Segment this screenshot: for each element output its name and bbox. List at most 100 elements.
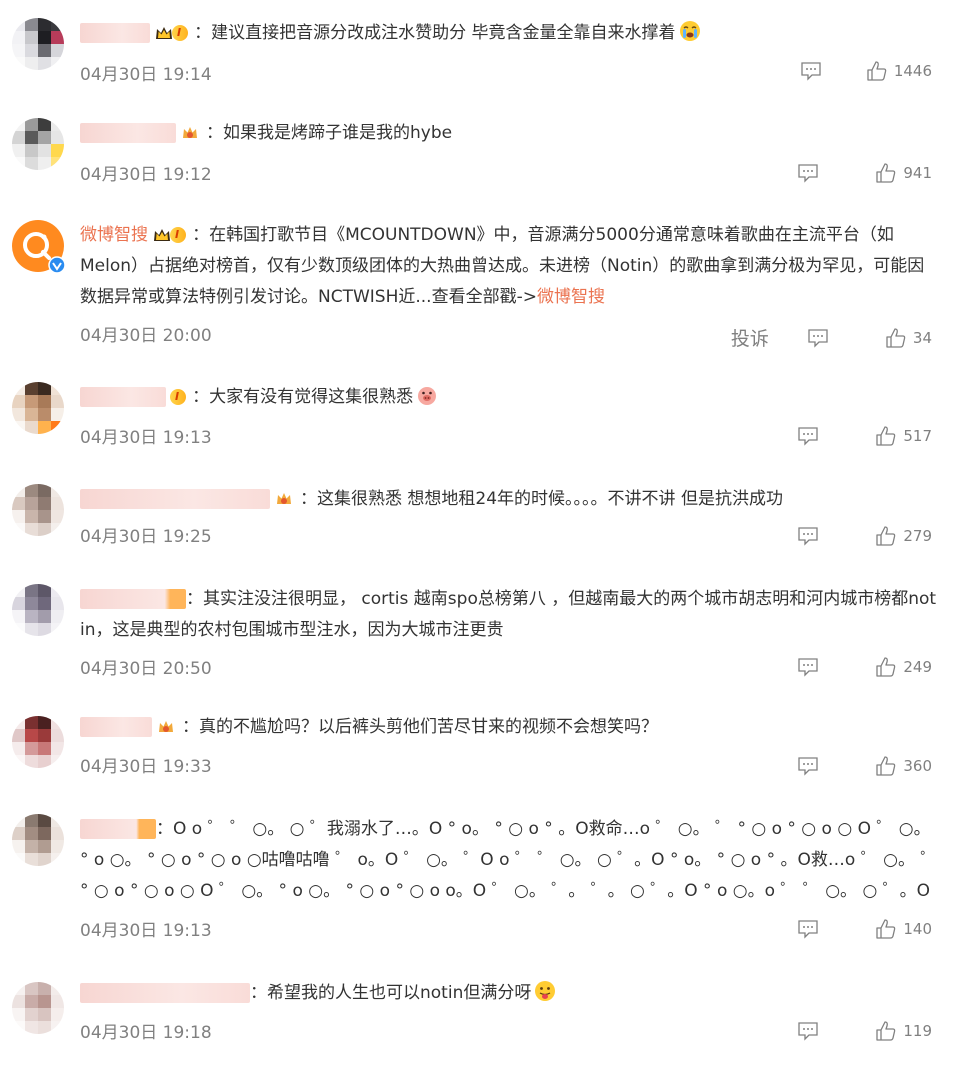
comment-icon: [808, 328, 828, 348]
comment-actions: 1446: [762, 60, 932, 82]
colon-separator: ：: [250, 983, 267, 1003]
fan-badge-icon: [183, 127, 197, 138]
pig-face-icon: [418, 387, 437, 405]
comment-body: 微博智搜 I ：在韩国打歌节目《MCOUNTDOWN》中，音源满分5000分通常意味…: [80, 220, 938, 313]
like-button[interactable]: 1446: [866, 60, 932, 82]
member-badge[interactable]: [274, 490, 294, 508]
comment-time: 04月30日 19:12: [80, 165, 212, 185]
member-badge[interactable]: [156, 718, 176, 736]
comment-body: ：这集很熟悉 想想地租24年的时候。。。。不讲不讲 但是抗洪成功: [80, 484, 938, 515]
like-count: 279: [903, 527, 932, 545]
avatar[interactable]: [12, 584, 64, 636]
comment-time: 04月30日 19:25: [80, 527, 212, 547]
reply-button[interactable]: [797, 756, 819, 776]
member-badge[interactable]: I: [154, 24, 189, 42]
comment-icon: [798, 164, 819, 183]
member-badge[interactable]: [180, 124, 200, 142]
reply-button[interactable]: [797, 919, 819, 939]
thumbs-up-icon: [876, 163, 896, 183]
comment-icon: [798, 427, 819, 446]
comment-body: ：希望我的人生也可以notin但满分呀: [80, 978, 938, 1009]
avatar[interactable]: [12, 484, 64, 536]
comment-item: ：如果我是烤蹄子谁是我的hybe 04月30日 19:12 941: [0, 100, 960, 200]
comment-text: 真的不尴尬吗？以后裤头剪他们苦尽甘来的视频不会想笑吗？: [199, 717, 658, 737]
like-count: 119: [903, 1022, 932, 1040]
comment-item: 微博智搜 I ：在韩国打歌节目《MCOUNTDOWN》中，音源满分5000分通常意味…: [0, 200, 960, 360]
comment-icon: [798, 920, 819, 939]
comment-time: 04月30日 19:18: [80, 1023, 212, 1043]
avatar[interactable]: [12, 118, 64, 170]
like-count: 34: [912, 328, 932, 347]
like-button[interactable]: 360: [875, 755, 932, 777]
reply-button[interactable]: [807, 328, 829, 348]
avatar[interactable]: [12, 716, 64, 768]
avatar[interactable]: [12, 382, 64, 434]
avatar[interactable]: [12, 814, 64, 866]
username-blurred[interactable]: [80, 717, 152, 737]
like-button[interactable]: 119: [875, 1020, 932, 1042]
reply-button[interactable]: [797, 657, 819, 677]
comment-actions: 140: [759, 918, 932, 940]
thumbs-up-icon: [876, 1021, 896, 1041]
comment-time: 04月30日 20:50: [80, 659, 212, 679]
member-level: I: [170, 389, 187, 405]
like-button[interactable]: 249: [875, 656, 932, 678]
comment-icon: [798, 757, 819, 776]
member-badge[interactable]: I: [170, 388, 187, 406]
comment-text: O o ゜ ゜ ○。 ○ ゜我溺水了…。O ° o。 ° ○ o ° 。O救命……: [80, 819, 938, 901]
like-button[interactable]: 517: [875, 425, 932, 447]
reply-button[interactable]: [797, 1021, 819, 1041]
crying-face-icon: [679, 21, 700, 41]
colon-separator: ：: [192, 387, 210, 407]
comment-actions: 941: [759, 162, 932, 184]
username-blurred[interactable]: [80, 123, 176, 143]
like-count: 941: [903, 164, 932, 182]
comment-icon: [798, 527, 819, 546]
reply-button[interactable]: [800, 61, 822, 81]
comment-item: I ：建议直接把音源分改成注水赞助分 毕竟含金量全靠自来水撑着 04月30日 19…: [0, 0, 960, 100]
comment-icon: [801, 62, 821, 81]
colon-separator: ：: [182, 717, 199, 737]
like-button[interactable]: 140: [875, 918, 932, 940]
comment-time: 04月30日 19:13: [80, 921, 212, 941]
username-blurred[interactable]: [80, 589, 186, 609]
username-blurred[interactable]: [80, 983, 250, 1003]
avatar[interactable]: [12, 18, 64, 70]
comment-body: I ：大家有没有觉得这集很熟悉: [80, 382, 938, 413]
comment-text: 大家有没有觉得这集很熟悉: [209, 387, 414, 407]
fan-badge-icon: [159, 721, 173, 732]
like-button[interactable]: 941: [875, 162, 932, 184]
member-badge[interactable]: I: [152, 226, 187, 244]
comment-time: 04月30日 20:00: [80, 326, 212, 346]
like-count: 249: [903, 658, 932, 676]
view-full-link[interactable]: 微博智搜: [537, 287, 605, 307]
comment-actions: 投诉 34: [731, 324, 932, 351]
username[interactable]: 微博智搜: [80, 225, 148, 245]
reply-button[interactable]: [797, 163, 819, 183]
username-blurred[interactable]: [80, 23, 150, 43]
member-level: I: [170, 227, 187, 243]
avatar[interactable]: [12, 982, 64, 1034]
username-blurred[interactable]: [80, 387, 166, 407]
colon-separator: ：: [194, 23, 212, 43]
reply-button[interactable]: [797, 426, 819, 446]
reply-button[interactable]: [797, 526, 819, 546]
username-blurred[interactable]: [80, 819, 156, 839]
like-button[interactable]: 279: [875, 525, 932, 547]
username-blurred[interactable]: [80, 489, 270, 509]
comment-item: I ：大家有没有觉得这集很熟悉 04月30日 19:13 517: [0, 370, 960, 470]
colon-separator: ：: [192, 225, 210, 245]
comment-item: ：其实注没注很明显， cortis 越南spo总榜第八 ，但越南最大的两个城市胡…: [0, 570, 960, 700]
comment-body: ：如果我是烤蹄子谁是我的hybe: [80, 118, 938, 149]
like-count: 140: [903, 920, 932, 938]
like-button[interactable]: 34: [885, 327, 932, 349]
comment-body: ：O o ゜ ゜ ○。 ○ ゜我溺水了…。O ° o。 ° ○ o ° 。O救命…: [80, 814, 938, 907]
report-button[interactable]: 投诉: [731, 324, 769, 351]
member-level: I: [172, 25, 189, 41]
comment-actions: 279: [759, 525, 932, 547]
thumbs-up-icon: [876, 426, 896, 446]
thumbs-up-icon: [876, 526, 896, 546]
colon-separator: ：: [206, 123, 223, 143]
verified-badge-icon: [48, 256, 66, 274]
avatar[interactable]: [12, 220, 66, 274]
